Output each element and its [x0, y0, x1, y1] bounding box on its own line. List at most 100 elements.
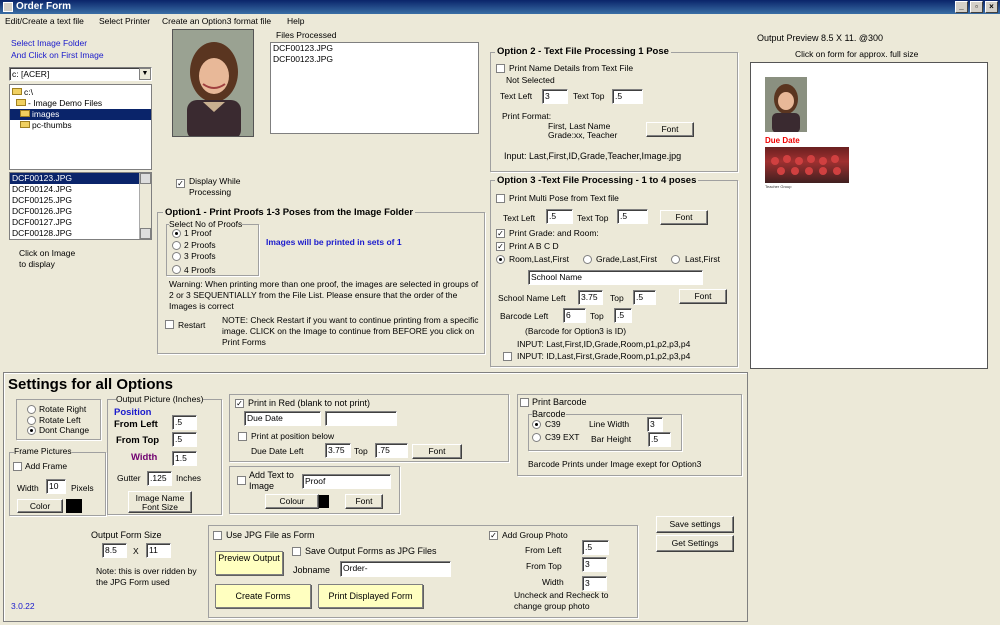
frame-color-swatch[interactable]	[66, 499, 82, 513]
folder-item-selected[interactable]: images	[10, 109, 151, 120]
image-name-font-button[interactable]: Image Name Font Size	[128, 491, 192, 513]
due-font-button[interactable]: Font	[412, 444, 462, 459]
menu-select-printer[interactable]: Select Printer	[99, 16, 150, 26]
menu-help[interactable]: Help	[287, 16, 304, 26]
add-group-checkbox[interactable]: ✓	[489, 531, 498, 540]
order-grade-radio[interactable]	[583, 255, 592, 264]
display-while-checkbox[interactable]: ✓	[176, 179, 185, 188]
print-pos-checkbox[interactable]	[238, 432, 247, 441]
print-red-checkbox[interactable]: ✓	[235, 399, 244, 408]
proof-2-radio[interactable]	[172, 241, 181, 250]
text-top-input[interactable]: .5	[612, 89, 643, 104]
from-left-input[interactable]: .5	[172, 415, 197, 430]
barcode-left-input[interactable]: 6	[563, 308, 586, 323]
proof-3-radio[interactable]	[172, 252, 181, 261]
folder-item[interactable]: c:\	[10, 87, 151, 98]
file-item[interactable]: DCF00125.JPG	[10, 195, 151, 206]
from-top-input[interactable]: .5	[172, 432, 197, 447]
scroll-up-icon[interactable]	[140, 173, 151, 184]
get-settings-button[interactable]: Get Settings	[656, 535, 734, 552]
rotate-right-radio[interactable]	[27, 405, 36, 414]
add-text-input[interactable]: Proof	[302, 474, 391, 489]
preview-output-button[interactable]: Preview Output	[215, 551, 283, 575]
school-left-input[interactable]: 3.75	[578, 290, 603, 305]
maximize-icon[interactable]: ▫	[970, 1, 983, 13]
school-font-button[interactable]: Font	[679, 289, 727, 304]
folder-icon	[20, 121, 30, 128]
opt3-font-button[interactable]: Font	[660, 210, 708, 225]
multi-pose-checkbox[interactable]	[496, 194, 505, 203]
text-left-input[interactable]: 3	[542, 89, 568, 104]
drive-select[interactable]: c: [ACER] ▼	[9, 67, 152, 81]
c39ext-radio[interactable]	[532, 433, 541, 442]
minimize-icon[interactable]: _	[955, 1, 968, 13]
group-from-left-label: From Left	[525, 545, 562, 555]
group-from-top-input[interactable]: 3	[582, 557, 607, 572]
files-processed-list[interactable]: DCF00123.JPG DCF00123.JPG	[270, 42, 479, 134]
opt3-text-top-input[interactable]: .5	[617, 209, 648, 224]
rotate-left-radio[interactable]	[27, 416, 36, 425]
school-name-input[interactable]: School Name	[528, 270, 703, 285]
opt2-font-button[interactable]: Font	[646, 122, 694, 137]
text-color-swatch[interactable]	[319, 495, 329, 508]
form-height-input[interactable]: 11	[146, 543, 171, 558]
folder-item[interactable]: - Image Demo Files	[10, 98, 151, 109]
school-top-input[interactable]: .5	[633, 290, 656, 305]
group-from-left-input[interactable]: .5	[582, 540, 609, 555]
menu-create-option3[interactable]: Create an Option3 format file	[162, 16, 271, 26]
jobname-input[interactable]: Order-	[340, 561, 451, 577]
due-date-input[interactable]: Due Date	[244, 411, 321, 426]
due-top-input[interactable]: .75	[375, 443, 408, 458]
file-item-selected[interactable]: DCF00123.JPG	[10, 173, 151, 184]
file-item[interactable]: DCF00127.JPG	[10, 217, 151, 228]
dont-change-radio[interactable]	[27, 426, 36, 435]
file-item[interactable]: DCF00128.JPG	[10, 228, 151, 239]
save-jpg-checkbox[interactable]	[292, 547, 301, 556]
grade-room-checkbox[interactable]: ✓	[496, 229, 505, 238]
folder-tree[interactable]: c:\ - Image Demo Files images pc-thumbs	[9, 84, 152, 170]
bar-height-input[interactable]: .5	[648, 432, 671, 447]
colour-button[interactable]: Colour	[265, 494, 319, 509]
file-item[interactable]: DCF00126.JPG	[10, 206, 151, 217]
print-displayed-button[interactable]: Print Displayed Form	[318, 584, 423, 608]
order-grade-label: Grade,Last,First	[596, 254, 657, 264]
line-width-input[interactable]: 3	[647, 417, 663, 432]
file-item[interactable]: DCF00124.JPG	[10, 184, 151, 195]
close-icon[interactable]: ×	[985, 1, 998, 13]
preview-page[interactable]: Due Date Teacher Group	[750, 62, 988, 369]
add-text-checkbox[interactable]	[237, 476, 246, 485]
print-name-checkbox[interactable]	[496, 64, 505, 73]
menu-edit-create[interactable]: Edit/Create a text file	[5, 16, 84, 26]
input2-checkbox[interactable]	[503, 352, 512, 361]
student-photo[interactable]	[172, 29, 254, 137]
barcode-top-input[interactable]: .5	[614, 308, 632, 323]
print-barcode-checkbox[interactable]	[520, 398, 529, 407]
create-forms-button[interactable]: Create Forms	[215, 584, 311, 608]
due-left-input[interactable]: 3.75	[325, 443, 351, 458]
add-text-font-button[interactable]: Font	[345, 494, 383, 509]
due-date-extra-input[interactable]	[325, 411, 397, 426]
frame-width-input[interactable]: 10	[46, 479, 66, 494]
add-frame-checkbox[interactable]	[13, 462, 22, 471]
order-last-radio[interactable]	[671, 255, 680, 264]
gutter-input[interactable]: .125	[147, 471, 172, 486]
opt3-text-left-input[interactable]: .5	[546, 209, 573, 224]
file-list-scrollbar[interactable]	[139, 173, 151, 239]
pic-width-input[interactable]: 1.5	[172, 451, 197, 466]
group-width-input[interactable]: 3	[582, 576, 607, 591]
use-jpg-checkbox[interactable]	[213, 531, 222, 540]
save-settings-button[interactable]: Save settings	[656, 516, 734, 533]
chevron-down-icon[interactable]: ▼	[139, 68, 151, 80]
frame-color-button[interactable]: Color	[17, 499, 63, 513]
print-abcd-checkbox[interactable]: ✓	[496, 242, 505, 251]
form-width-input[interactable]: 8.5	[102, 543, 127, 558]
proof-4-radio[interactable]	[172, 265, 181, 274]
c39-radio[interactable]	[532, 420, 541, 429]
order-room-radio[interactable]	[496, 255, 505, 264]
restart-checkbox[interactable]	[165, 320, 174, 329]
add-text-label: Add Text to Image	[249, 470, 294, 491]
folder-item[interactable]: pc-thumbs	[10, 120, 151, 131]
scroll-down-icon[interactable]	[140, 228, 151, 239]
file-list[interactable]: DCF00123.JPG DCF00124.JPG DCF00125.JPG D…	[9, 172, 152, 240]
proof-1-radio[interactable]	[172, 229, 181, 238]
